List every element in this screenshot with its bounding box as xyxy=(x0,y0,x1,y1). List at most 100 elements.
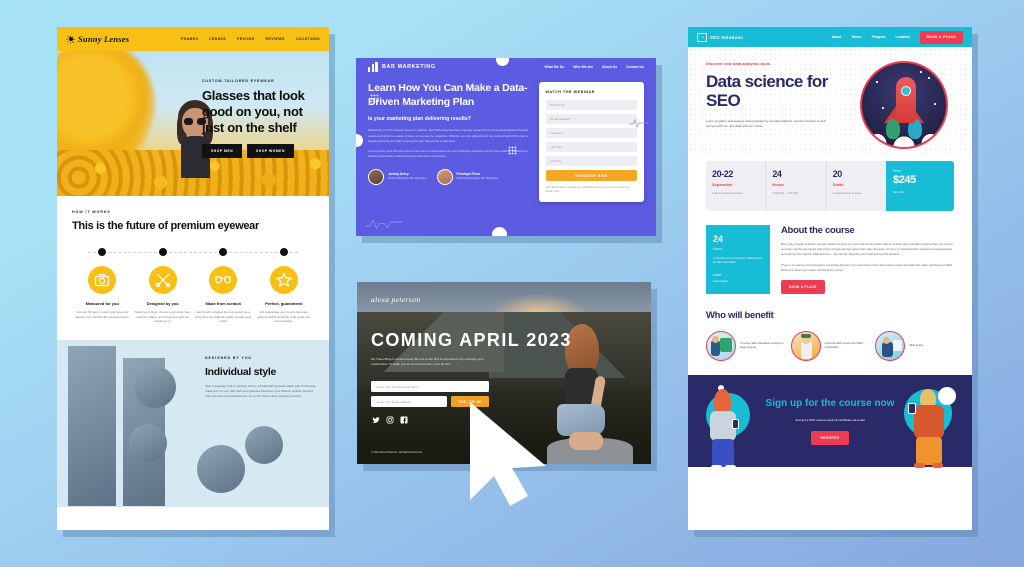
m3-copyright: © 2023 Alexa Peterson. All Rights Reserv… xyxy=(371,451,423,454)
m4-logo[interactable]: SEO Solutions xyxy=(697,32,743,42)
m2-webinar-form[interactable]: WATCH THE WEBINAR Full Name* Email Addre… xyxy=(538,82,644,203)
benefit-illustration-icon xyxy=(875,331,906,362)
m1-photo xyxy=(134,366,176,409)
m3-logo[interactable]: alexa peterson xyxy=(371,295,421,304)
m4-stat-label: Seats xyxy=(832,182,844,187)
m1-photo xyxy=(129,424,167,463)
m2-dot-grid xyxy=(370,94,379,103)
m4-nav-item[interactable]: Location xyxy=(896,35,910,39)
m2-headline: Learn How You Can Make a Data-Driven Mar… xyxy=(368,82,528,108)
m1-logo[interactable]: Sunny Lenses xyxy=(66,34,129,44)
mockup-bar-marketing[interactable]: BAR MARKETING What We Do Who We Are Abou… xyxy=(356,58,656,236)
m1-feature-list: Measured for you Use our 3D app to scan … xyxy=(72,265,314,324)
m4-nav-item[interactable]: Tutors xyxy=(851,35,861,39)
m2-speaker-name: Penelope Perez xyxy=(456,172,481,176)
mockup-sunny-lenses[interactable]: Sunny Lenses FRAMES LENSES PRICING REVIE… xyxy=(57,27,329,530)
m2-wave-line xyxy=(366,219,402,230)
m1-photo xyxy=(68,346,116,507)
m1-feature-text: We guarantee your luxury bespoke glasses… xyxy=(257,309,311,324)
m4-nav-item[interactable]: About xyxy=(831,35,841,39)
industry-field[interactable]: Industry xyxy=(545,156,637,166)
m4-stats-bar: 20-22 September 3 days of intense practi… xyxy=(706,161,954,211)
benefit-illustration-icon xyxy=(790,331,821,362)
m2-logo[interactable]: BAR MARKETING xyxy=(368,62,436,72)
m2-nav-item[interactable]: Who We Are xyxy=(573,65,593,69)
m1-hero: CUSTOM-TAILORED EYEWEAR Glasses that loo… xyxy=(57,51,329,196)
m1-step-dot xyxy=(158,247,167,256)
m4-benefit-section: Who will benefit In-house SEO specialist… xyxy=(706,310,954,362)
mouse-pointer-icon xyxy=(470,402,546,506)
email-field[interactable]: Email Address* xyxy=(545,114,637,124)
m3-headline: COMING APRIL 2023 xyxy=(371,330,572,350)
m4-benefit-list: In-house SEO specialists working on larg… xyxy=(706,331,954,362)
m1-feature-text: Select your style, choose your color, fi… xyxy=(134,309,191,324)
m4-stat-sub: 3 days of intense practice xyxy=(712,192,743,195)
m1-style-paragraph: After a bespoke suit or couture dress, e… xyxy=(205,384,316,398)
m2-speaker-name: Jeremy Avery xyxy=(388,172,409,176)
register-button[interactable]: REGISTER xyxy=(810,430,850,445)
m4-benefit-item: SEO geeks xyxy=(875,331,954,362)
mockup-seo-solutions[interactable]: SEO Solutions About Tutors Program Locat… xyxy=(688,27,972,530)
m4-about-section: 24 Hours of practice and immersion in da… xyxy=(706,225,954,295)
twitter-icon[interactable]: ​ xyxy=(371,415,380,424)
m1-hero-buttons: SHOP MEN SHOP WOMEN xyxy=(202,143,320,158)
m4-about-copy: About the course Every day, Google Analy… xyxy=(781,225,954,295)
m2-speaker-title: Senior Marketing, Bar Marketing xyxy=(388,177,427,180)
m1-feature-title: Measured for you xyxy=(85,300,119,306)
book-a-place-nav-button[interactable]: BOOK A PLACE xyxy=(919,30,963,44)
facebook-icon[interactable] xyxy=(399,415,408,424)
m1-feature-title: Made from scratch xyxy=(205,300,242,306)
instagram-icon[interactable] xyxy=(385,415,394,424)
m1-feature-text: Each pair is crafted for one person at a… xyxy=(195,309,252,324)
full-name-field[interactable]: Full Name* xyxy=(545,100,637,110)
m2-decor-circle xyxy=(492,227,507,236)
m1-style-kicker: DESIGNED BY YOU xyxy=(205,356,252,361)
m1-hero-text: CUSTOM-TAILORED EYEWEAR Glasses that loo… xyxy=(202,79,320,158)
m1-nav-item[interactable]: LENSES xyxy=(209,37,226,41)
m4-footer-headline: Sign up for the course now xyxy=(765,398,895,410)
rocket-icon xyxy=(860,61,948,149)
m1-feature: Designed by you Select your style, choos… xyxy=(134,265,192,324)
m2-copy-column: Learn How You Can Make a Data-Driven Mar… xyxy=(368,82,529,202)
m2-nav-item[interactable]: Contact Us xyxy=(626,65,644,69)
book-a-place-button[interactable]: BOOK A PLACE xyxy=(781,280,825,295)
m1-individual-style-section: DESIGNED BY YOU Individual style After a… xyxy=(57,340,329,508)
m2-subhead: Is your marketing plan delivering result… xyxy=(368,116,471,123)
m1-nav-item[interactable]: PRICING xyxy=(237,37,255,41)
star-icon xyxy=(269,265,298,294)
m4-nav-item[interactable]: Program xyxy=(872,35,886,39)
m4-footer-cta: Sign up for the course now and get a PDF… xyxy=(688,375,972,471)
name-field[interactable]: Enter Your First and Last Name xyxy=(371,381,489,392)
email-field[interactable]: Enter Your Email Address xyxy=(371,396,447,407)
m4-price-sub: Best offer xyxy=(892,191,905,194)
m4-stat-label: September xyxy=(712,182,733,187)
m1-style-text: DESIGNED BY YOU Individual style After a… xyxy=(205,356,317,399)
m4-price-value: $245 xyxy=(892,174,916,186)
m1-nav-item[interactable]: FRAMES xyxy=(181,37,198,41)
m2-dot-grid xyxy=(508,146,517,155)
m1-nav-item[interactable]: LOCATIONS xyxy=(296,37,320,41)
m1-style-heading: Individual style xyxy=(205,366,277,379)
m1-nav-item[interactable]: REVIEWS xyxy=(266,37,285,41)
company-field[interactable]: Company xyxy=(545,128,637,138)
m4-stat-label: Hours xyxy=(772,182,784,187)
shop-men-button[interactable]: SHOP MEN xyxy=(202,143,243,158)
m2-speaker-title: Marketing Manager, Bar Marketing xyxy=(456,177,498,180)
m4-stat: 20-22 September 3 days of intense practi… xyxy=(706,161,767,211)
m4-level-value: Intermediate xyxy=(713,278,729,283)
m4-benefit-text: Licensed SEO experts and SEO enthusiasts xyxy=(824,342,864,350)
shop-women-button[interactable]: SHOP WOMEN xyxy=(247,143,294,158)
m1-hero-eyebrow: CUSTOM-TAILORED EYEWEAR xyxy=(202,79,275,83)
m4-hours-label: Hours xyxy=(713,247,723,251)
register-now-button[interactable]: REGISTER NOW xyxy=(545,170,637,181)
job-title-field[interactable]: Job Title xyxy=(545,142,637,152)
m2-nav-item[interactable]: What We Do xyxy=(545,65,565,69)
m1-hero-headline: Glasses that look good on you, not just … xyxy=(202,88,305,135)
m4-stat: 20 Seats Limited number of seats xyxy=(827,161,886,211)
m2-nav-item[interactable]: About Us xyxy=(602,65,617,69)
m4-benefit-heading: Who will benefit xyxy=(706,310,774,322)
m4-hours-text: of practice and immersion in data scienc… xyxy=(713,257,763,265)
m1-photo xyxy=(245,426,283,465)
m2-zigzag-line xyxy=(629,119,649,128)
m1-feature: Made from scratch Each pair is crafted f… xyxy=(194,265,252,324)
